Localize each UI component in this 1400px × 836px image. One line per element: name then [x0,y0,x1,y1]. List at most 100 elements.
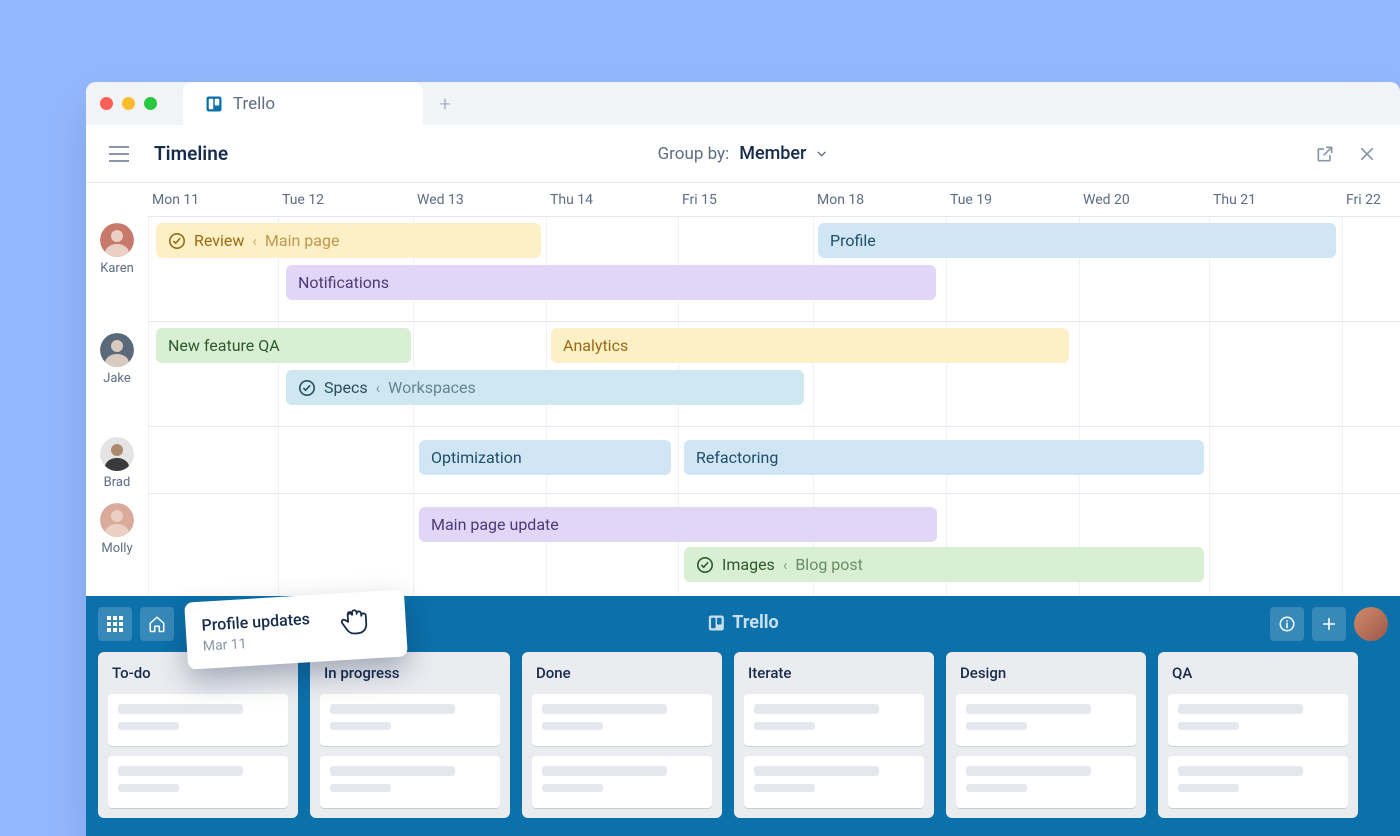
task-title: Review [194,231,244,250]
board-card[interactable] [320,694,500,746]
browser-tab[interactable]: Trello [183,82,423,125]
list-title: Design [956,662,1136,684]
board-list[interactable]: Done [522,652,722,818]
home-button[interactable] [140,607,174,641]
board-list[interactable]: Iterate [734,652,934,818]
home-icon [148,615,166,633]
group-by-value: Member [739,143,806,164]
day-header: Wed 20 [1079,192,1209,208]
task-title: Main page update [431,515,559,534]
board-card[interactable] [956,694,1136,746]
dragging-card[interactable]: Profile updates Mar 11 [184,589,408,669]
task-bar[interactable]: Analytics [551,328,1069,363]
list-title: QA [1168,662,1348,684]
task-bar[interactable]: Notifications [286,265,936,300]
day-header: Thu 14 [546,192,678,208]
check-circle-icon [696,556,714,574]
new-tab-button[interactable]: + [427,86,463,122]
menu-button[interactable] [108,143,130,165]
task-bar[interactable]: Images ‹ Blog post [684,547,1204,582]
plus-icon [1321,616,1337,632]
window-controls [100,97,157,110]
avatar [100,437,134,471]
list-title: In progress [320,662,500,684]
task-title: Notifications [298,273,389,292]
task-bar[interactable]: Refactoring [684,440,1204,475]
task-title: Specs [324,378,368,397]
hamburger-icon [109,146,129,162]
task-bar[interactable]: Specs ‹ Workspaces [286,370,804,405]
task-title: Optimization [431,448,522,467]
timeline-row: Main page update Images ‹ Blog post [148,493,1400,598]
avatar [100,333,134,367]
board-card[interactable] [956,756,1136,808]
day-header: Thu 21 [1209,192,1342,208]
day-header: Tue 19 [946,192,1079,208]
member-karen[interactable]: Karen [86,223,148,276]
list-title: Iterate [744,662,924,684]
chevron-down-icon [814,147,828,161]
task-bar[interactable]: Profile [818,223,1336,258]
group-by-control[interactable]: Group by: Member [658,143,829,164]
user-avatar[interactable] [1354,607,1388,641]
board-card[interactable] [1168,694,1348,746]
avatar [100,223,134,257]
board-card[interactable] [532,694,712,746]
board-card[interactable] [320,756,500,808]
task-bar[interactable]: Main page update [419,507,937,542]
list-title: Done [532,662,712,684]
apps-grid-icon [107,616,123,632]
board-list[interactable]: QA [1158,652,1358,818]
member-brad[interactable]: Brad [86,437,148,490]
apps-button[interactable] [98,607,132,641]
board-logo: Trello [707,612,778,633]
app-toolbar: Timeline Group by: Member [86,125,1400,183]
view-title: Timeline [154,142,228,165]
board-card[interactable] [108,694,288,746]
info-icon [1278,615,1296,633]
task-bar[interactable]: New feature QA [156,328,411,363]
day-headers: Mon 11Tue 12Wed 13Thu 14Fri 15Mon 18Tue … [148,183,1400,216]
task-bar[interactable]: Optimization [419,440,671,475]
board-card[interactable] [1168,756,1348,808]
minimize-window-button[interactable] [122,97,135,110]
task-title: New feature QA [168,336,280,355]
board-list[interactable]: Design [946,652,1146,818]
timeline-row: Review ‹ Main page Profile Notifications [148,216,1400,321]
app-window: Trello + Timeline Group by: Member [86,82,1400,836]
close-button[interactable] [1356,143,1378,165]
board-list[interactable]: In progress [310,652,510,818]
day-header: Fri 15 [678,192,813,208]
check-circle-icon [168,232,186,250]
board-card[interactable] [108,756,288,808]
chevron-left-icon: ‹ [252,232,257,250]
add-button[interactable] [1312,607,1346,641]
board-card[interactable] [744,694,924,746]
task-title: Analytics [563,336,628,355]
browser-tab-label: Trello [233,94,275,114]
member-jake[interactable]: Jake [86,333,148,386]
trello-icon [707,614,725,632]
member-molly[interactable]: Molly [86,503,148,556]
maximize-window-button[interactable] [144,97,157,110]
avatar [100,503,134,537]
day-header: Fri 22 [1342,192,1400,208]
chevron-left-icon: ‹ [376,379,381,397]
member-name: Karen [86,261,148,276]
task-sub: Blog post [795,555,863,574]
group-by-label: Group by: [658,144,730,164]
task-sub: Main page [265,231,340,250]
member-name: Molly [86,541,148,556]
open-external-icon [1315,144,1335,164]
day-header: Mon 18 [813,192,946,208]
task-bar[interactable]: Review ‹ Main page [156,223,541,258]
day-header: Wed 13 [413,192,546,208]
board-list[interactable]: To-do [98,652,298,818]
close-window-button[interactable] [100,97,113,110]
board-card[interactable] [532,756,712,808]
info-button[interactable] [1270,607,1304,641]
board-logo-text: Trello [732,612,778,633]
open-external-button[interactable] [1314,143,1336,165]
board-card[interactable] [744,756,924,808]
day-header: Mon 11 [148,192,278,208]
